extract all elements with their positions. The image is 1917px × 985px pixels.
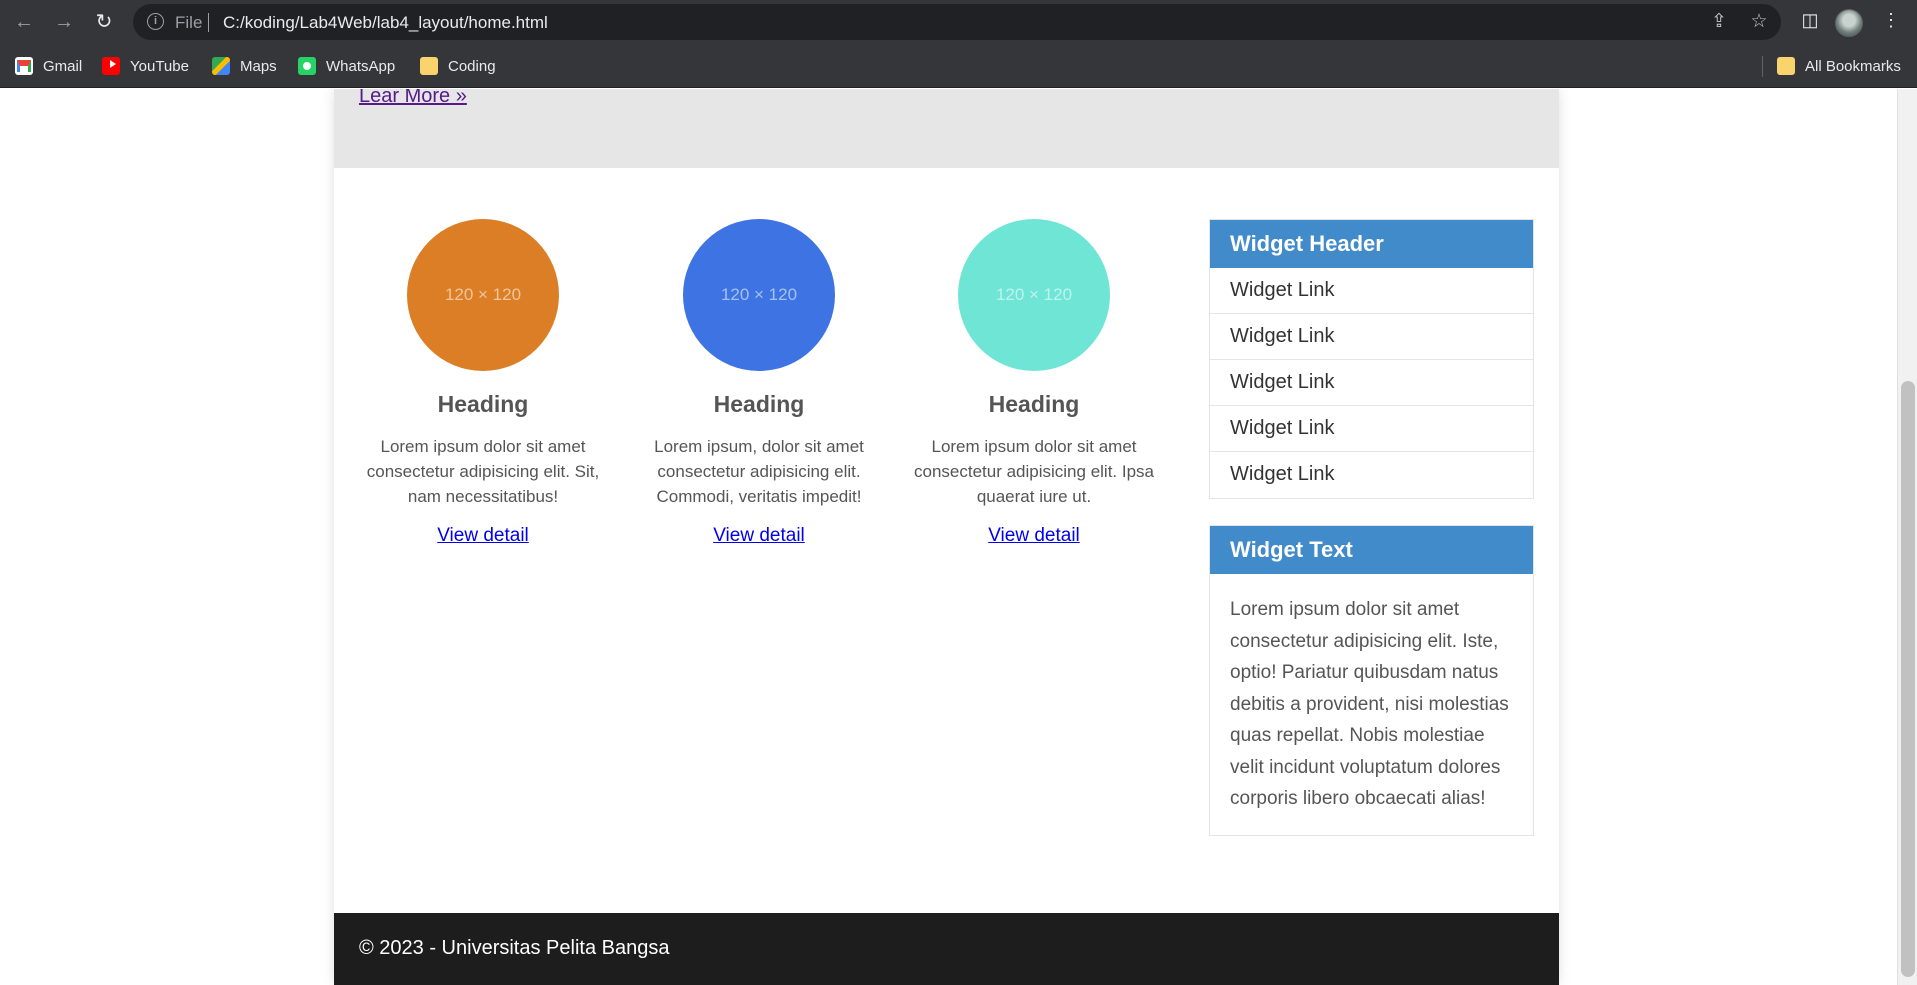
widget-header: Widget Text — [1210, 526, 1533, 574]
page-footer: © 2023 - Universitas Pelita Bangsa — [334, 913, 1559, 985]
bookmark-label: Coding — [448, 57, 496, 75]
bookmark-label: Maps — [240, 57, 277, 75]
forward-arrow-icon[interactable]: → — [50, 8, 78, 36]
maps-icon — [212, 57, 230, 75]
bookmark-star-icon[interactable]: ☆ — [1747, 10, 1771, 33]
site-info-icon[interactable]: i — [147, 13, 164, 30]
hero-section: Lear More » — [334, 89, 1559, 168]
bookmark-whatsapp[interactable]: WhatsApp — [298, 56, 395, 76]
widget-link[interactable]: Widget Link — [1210, 314, 1533, 360]
placeholder-image: 120 × 120 — [407, 219, 559, 371]
bookmark-label: Gmail — [43, 57, 83, 75]
widget-link[interactable]: Widget Link — [1210, 268, 1533, 314]
bookmark-coding-folder[interactable]: Coding — [420, 56, 496, 76]
bookmark-maps[interactable]: Maps — [212, 56, 277, 76]
widget-link[interactable]: Widget Link — [1210, 452, 1533, 498]
share-icon[interactable]: ⇪ — [1707, 10, 1731, 33]
placeholder-image: 120 × 120 — [958, 219, 1110, 371]
folder-icon — [1777, 57, 1795, 75]
all-bookmarks-label: All Bookmarks — [1805, 57, 1901, 75]
back-arrow-icon[interactable]: ← — [10, 8, 38, 36]
column-text: Lorem ipsum dolor sit amet consectetur a… — [366, 437, 600, 506]
vertical-scrollbar[interactable] — [1897, 89, 1917, 985]
placeholder-image: 120 × 120 — [683, 219, 835, 371]
youtube-icon — [102, 57, 120, 75]
image-size-label: 120 × 120 — [720, 285, 798, 304]
reload-icon[interactable]: ↻ — [90, 8, 118, 36]
url-divider — [208, 13, 209, 32]
column-heading: Heading — [437, 391, 529, 417]
all-bookmarks-button[interactable]: All Bookmarks — [1777, 56, 1901, 76]
whatsapp-icon — [298, 57, 316, 75]
widget-link[interactable]: Widget Link — [1210, 406, 1533, 452]
feature-column: 120 × 120 Heading Lorem ipsum, dolor sit… — [634, 219, 884, 547]
image-size-label: 120 × 120 — [995, 285, 1073, 304]
column-heading: Heading — [713, 391, 805, 417]
bookmark-label: YouTube — [130, 57, 189, 75]
footer-copyright: © 2023 - Universitas Pelita Bangsa — [359, 937, 670, 959]
side-panel-icon[interactable]: ◫ — [1800, 10, 1820, 31]
url-text[interactable]: C:/koding/Lab4Web/lab4_layout/home.html — [223, 13, 548, 33]
bookmark-gmail[interactable]: Gmail — [15, 56, 82, 76]
view-detail-link[interactable]: View detail — [988, 525, 1080, 547]
browser-toolbar: ← → ↻ i File C:/koding/Lab4Web/lab4_layo… — [0, 0, 1917, 44]
menu-kebab-icon[interactable]: ⋮ — [1882, 10, 1900, 31]
bookmarks-bar: Gmail YouTube Maps WhatsApp Coding All B… — [0, 44, 1917, 88]
folder-icon — [420, 57, 438, 75]
url-scheme-label: File — [175, 13, 203, 32]
bookmark-label: WhatsApp — [326, 57, 396, 75]
bookmarks-divider — [1762, 56, 1763, 77]
feature-column: 120 × 120 Heading Lorem ipsum dolor sit … — [909, 219, 1159, 547]
page-viewport: Lear More » 120 × 120 Heading Lorem ipsu… — [0, 89, 1897, 985]
avatar[interactable] — [1835, 9, 1863, 37]
view-detail-link[interactable]: View detail — [713, 525, 805, 547]
column-text: Lorem ipsum dolor sit amet consectetur a… — [913, 437, 1155, 506]
column-text: Lorem ipsum, dolor sit amet consectetur … — [654, 437, 864, 506]
gmail-icon — [15, 57, 33, 75]
bookmark-youtube[interactable]: YouTube — [102, 56, 189, 76]
scrollbar-thumb[interactable] — [1901, 381, 1915, 977]
feature-column: 120 × 120 Heading Lorem ipsum dolor sit … — [358, 219, 608, 547]
view-detail-link[interactable]: View detail — [437, 525, 529, 547]
address-bar[interactable]: i File C:/koding/Lab4Web/lab4_layout/hom… — [133, 4, 1781, 40]
widget-links: Widget Header Widget Link Widget Link Wi… — [1209, 219, 1534, 499]
widget-link[interactable]: Widget Link — [1210, 360, 1533, 406]
learn-more-link[interactable]: Lear More » — [359, 89, 467, 108]
widget-text: Widget Text Lorem ipsum dolor sit amet c… — [1209, 525, 1534, 836]
page-container: Lear More » 120 × 120 Heading Lorem ipsu… — [334, 89, 1559, 985]
column-heading: Heading — [988, 391, 1080, 417]
widget-body-text: Lorem ipsum dolor sit amet consectetur a… — [1230, 599, 1509, 809]
image-size-label: 120 × 120 — [444, 285, 522, 304]
widget-header: Widget Header — [1210, 220, 1533, 268]
